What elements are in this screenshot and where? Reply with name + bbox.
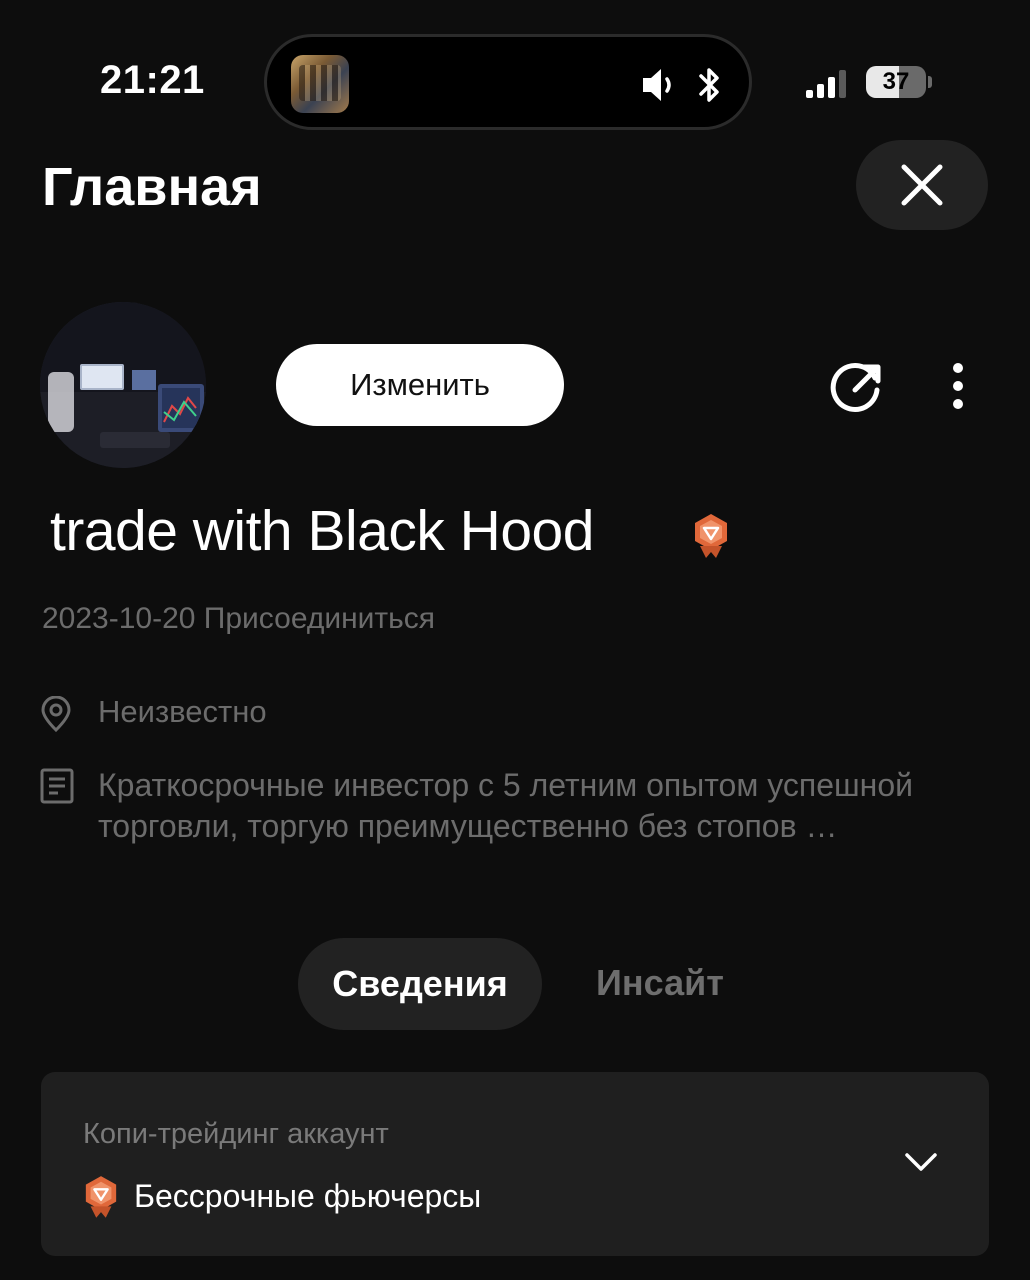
- now-playing-artwork: [291, 55, 349, 113]
- more-options-button[interactable]: [940, 360, 976, 414]
- share-button[interactable]: [826, 356, 888, 418]
- edit-profile-button[interactable]: Изменить: [276, 344, 564, 426]
- status-time: 21:21: [100, 58, 205, 102]
- island-status-icons: [641, 65, 723, 110]
- card-value: Бессрочные фьючерсы: [134, 1178, 482, 1214]
- share-icon: [830, 363, 881, 412]
- chevron-down-icon[interactable]: [903, 1150, 939, 1174]
- cellular-signal-icon: [806, 70, 846, 98]
- tab-details[interactable]: Сведения: [298, 938, 542, 1030]
- profile-bio: Краткосрочные инвестор с 5 летним опытом…: [98, 767, 913, 844]
- avatar[interactable]: [40, 302, 206, 468]
- document-icon: [40, 768, 74, 804]
- copy-trader-badge-icon: [85, 1176, 117, 1218]
- copy-trader-badge-icon: [695, 514, 727, 558]
- avatar-photo: [40, 302, 206, 468]
- close-button[interactable]: [856, 140, 988, 230]
- more-vertical-icon: [953, 363, 963, 409]
- location-pin-icon: [41, 696, 71, 732]
- copy-trading-account-card[interactable]: Копи-трейдинг аккаунт Бессрочные фьючерс…: [41, 1072, 989, 1256]
- close-icon: [901, 164, 943, 206]
- tab-insight[interactable]: Инсайт: [596, 962, 724, 1004]
- location-text: Неизвестно: [98, 694, 267, 729]
- join-date: 2023-10-20 Присоединиться: [42, 602, 436, 635]
- page-title: Главная: [42, 157, 262, 217]
- card-label: Копи-трейдинг аккаунт: [83, 1118, 389, 1150]
- battery-indicator: 37: [866, 66, 926, 98]
- bluetooth-icon: [699, 68, 719, 102]
- battery-cap: [928, 76, 932, 88]
- speaker-icon: [642, 69, 671, 101]
- profile-username: trade with Black Hood: [50, 499, 594, 563]
- dynamic-island[interactable]: [264, 34, 752, 130]
